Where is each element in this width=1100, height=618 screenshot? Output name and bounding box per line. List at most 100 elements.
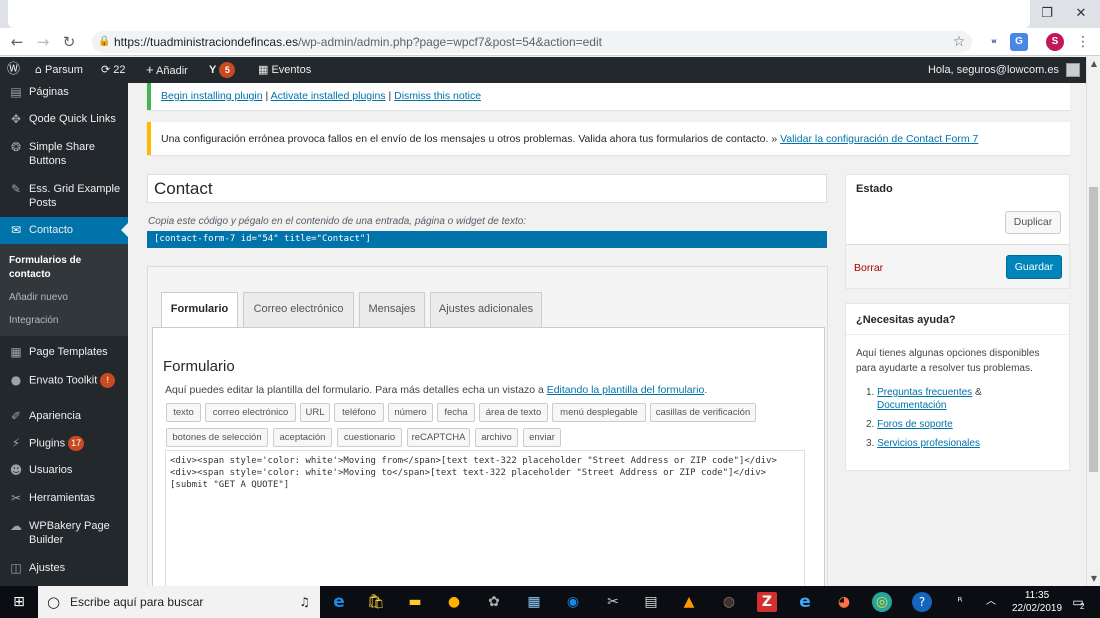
events-link[interactable]: ▦ Eventos bbox=[258, 57, 311, 83]
sidebar-item-envato-toolkit[interactable]: ● Envato Toolkit! bbox=[0, 371, 128, 389]
tab-mensajes[interactable]: Mensajes bbox=[359, 292, 425, 327]
add-new-link[interactable]: + Añadir bbox=[146, 57, 188, 83]
sidebar-item-ess-grid[interactable]: ✎ Ess. Grid Example Posts bbox=[0, 180, 128, 212]
tag-texto-button[interactable]: texto bbox=[166, 403, 201, 422]
tab-formulario[interactable]: Formulario bbox=[161, 292, 238, 329]
yoast-link[interactable]: Y 5 bbox=[209, 57, 236, 83]
form-title-input[interactable]: Contact bbox=[147, 174, 827, 203]
sidebar-item-label: Ess. Grid Example Posts bbox=[29, 183, 121, 209]
extension-wave-icon[interactable]: ʷ bbox=[985, 33, 1003, 51]
tag-email-button[interactable]: correo electrónico bbox=[205, 403, 296, 422]
sidebar-item-simple-share[interactable]: ❂ Simple Share Buttons bbox=[0, 138, 128, 170]
tag-file-button[interactable]: archivo bbox=[475, 428, 518, 447]
browser-tab[interactable] bbox=[8, 0, 1030, 28]
sidebar-item-plugins[interactable]: ⚡ Plugins 17 bbox=[0, 434, 128, 452]
sidebar-item-page-templates[interactable]: ▦ Page Templates bbox=[0, 343, 128, 361]
updates-link[interactable]: ⟳ 22 bbox=[101, 57, 126, 83]
sidebar-item-herramientas[interactable]: ✂ Herramientas bbox=[0, 489, 128, 507]
back-icon[interactable]: ← bbox=[6, 31, 28, 53]
delete-link[interactable]: Borrar bbox=[854, 262, 883, 274]
teamviewer-icon[interactable]: ◉ bbox=[563, 592, 583, 612]
plugin-notice: Begin installing plugin | Activate insta… bbox=[147, 83, 1070, 110]
tab-correo-electronico[interactable]: Correo electrónico bbox=[243, 292, 354, 327]
windows-start-icon[interactable]: ⊞ bbox=[9, 592, 29, 612]
firefox-icon[interactable]: ◕ bbox=[834, 592, 854, 612]
store-icon[interactable]: 🛍 bbox=[366, 592, 386, 612]
tag-quiz-button[interactable]: cuestionario bbox=[337, 428, 402, 447]
sidebar-item-contacto[interactable]: ✉ Contacto bbox=[0, 217, 128, 244]
my-account-link[interactable]: Hola, seguros@lowcom.es bbox=[928, 57, 1080, 83]
chevron-up-icon[interactable]: ︿ bbox=[981, 592, 1001, 612]
sidebar-item-qode-quick-links[interactable]: ✥ Qode Quick Links bbox=[0, 110, 128, 130]
tag-recaptcha-button[interactable]: reCAPTCHA bbox=[407, 428, 470, 447]
mail-icon: ✉ bbox=[10, 223, 22, 237]
sidebar-item-wpbakery[interactable]: ☁ WPBakery Page Builder bbox=[0, 517, 128, 549]
edge-icon[interactable]: e bbox=[329, 592, 349, 612]
tag-url-button[interactable]: URL bbox=[300, 403, 330, 422]
vlc-icon[interactable]: ▲ bbox=[679, 592, 699, 612]
profile-avatar[interactable]: S bbox=[1046, 33, 1064, 51]
sidebar-item-apariencia[interactable]: ✐ Apariencia bbox=[0, 407, 128, 425]
validate-config-link[interactable]: Validar la configuración de Contact Form… bbox=[780, 133, 978, 145]
scrollbar-thumb[interactable] bbox=[1089, 187, 1098, 472]
bookmark-star-icon[interactable]: ☆ bbox=[948, 31, 970, 53]
taskbar-search[interactable]: ○ Escribe aquí para buscar ♫ bbox=[38, 586, 320, 618]
shortcode-field[interactable]: [contact-form-7 id="54" title="Contact"] bbox=[147, 231, 827, 248]
scroll-up-icon[interactable]: ▲ bbox=[1087, 57, 1100, 71]
paint-icon[interactable]: ● bbox=[444, 592, 464, 612]
photos-icon[interactable]: ▦ bbox=[524, 592, 544, 612]
documentation-link[interactable]: Documentación bbox=[877, 400, 946, 411]
app-globe-icon[interactable]: ◍ bbox=[719, 592, 739, 612]
people-icon[interactable]: ᴿ bbox=[950, 592, 970, 612]
tab-ajustes-adicionales[interactable]: Ajustes adicionales bbox=[430, 292, 542, 327]
snipping-icon[interactable]: ✂ bbox=[603, 592, 623, 612]
support-forums-link[interactable]: Foros de soporte bbox=[877, 419, 953, 430]
close-window-icon[interactable]: ✕ bbox=[1068, 4, 1094, 24]
forward-icon[interactable]: → bbox=[32, 31, 54, 53]
dismiss-notice-link[interactable]: Dismiss this notice bbox=[394, 90, 481, 102]
wordpress-logo-icon[interactable]: Ⓦ bbox=[7, 57, 20, 83]
filezilla-icon[interactable]: Z bbox=[757, 592, 777, 612]
microphone-icon[interactable]: ♫ bbox=[299, 586, 310, 618]
tag-textarea-button[interactable]: área de texto bbox=[479, 403, 548, 422]
submenu-formularios[interactable]: Formularios de contacto bbox=[9, 254, 119, 282]
chrome-icon[interactable]: ◎ bbox=[872, 592, 892, 612]
form-template-editor[interactable]: <div><span style='color: white'>Moving f… bbox=[165, 450, 805, 586]
calculator-icon[interactable]: ▤ bbox=[641, 592, 661, 612]
sidebar-item-ajustes[interactable]: ◫ Ajustes bbox=[0, 559, 128, 577]
reload-icon[interactable]: ↻ bbox=[58, 31, 80, 53]
sidebar-item-paginas[interactable]: ▤ Páginas bbox=[0, 83, 128, 101]
clock[interactable]: 11:35 22/02/2019 bbox=[1012, 589, 1062, 615]
help-icon[interactable]: ? bbox=[912, 592, 932, 612]
app-icon[interactable]: ✿ bbox=[484, 592, 504, 612]
tag-checkboxes-button[interactable]: casillas de verificación bbox=[650, 403, 756, 422]
tag-radio-button[interactable]: botones de selección bbox=[166, 428, 268, 447]
site-name-link[interactable]: ⌂ Parsum bbox=[35, 57, 83, 83]
faq-link[interactable]: Preguntas frecuentes bbox=[877, 387, 972, 398]
tag-telefono-button[interactable]: teléfono bbox=[334, 403, 384, 422]
translate-extension-icon[interactable]: G bbox=[1010, 33, 1028, 51]
begin-installing-link[interactable]: Begin installing plugin bbox=[161, 90, 263, 102]
tag-numero-button[interactable]: número bbox=[388, 403, 433, 422]
file-explorer-icon[interactable]: ▬ bbox=[405, 592, 425, 612]
duplicate-button[interactable]: Duplicar bbox=[1005, 211, 1061, 234]
address-bar[interactable]: 🔒 https://tuadministraciondefincas.es/wp… bbox=[92, 31, 972, 53]
activate-plugins-link[interactable]: Activate installed plugins bbox=[271, 90, 386, 102]
clock-date: 22/02/2019 bbox=[1012, 603, 1063, 614]
save-button[interactable]: Guardar bbox=[1006, 255, 1062, 279]
notifications-icon[interactable]: ▭ bbox=[1068, 592, 1088, 612]
ie-icon[interactable]: e bbox=[795, 592, 815, 612]
submenu-anadir-nuevo[interactable]: Añadir nuevo bbox=[9, 291, 68, 305]
professional-services-link[interactable]: Servicios profesionales bbox=[877, 438, 980, 449]
browser-menu-icon[interactable]: ⋮ bbox=[1072, 31, 1094, 53]
restore-window-icon[interactable]: ❐ bbox=[1034, 4, 1060, 24]
tag-submit-button[interactable]: enviar bbox=[523, 428, 561, 447]
editing-template-link[interactable]: Editando la plantilla del formulario bbox=[547, 384, 705, 396]
page-scrollbar[interactable]: ▲ ▼ bbox=[1086, 57, 1100, 586]
submenu-integracion[interactable]: Integración bbox=[9, 314, 58, 328]
scroll-down-icon[interactable]: ▼ bbox=[1087, 572, 1100, 586]
sidebar-item-usuarios[interactable]: ☻ Usuarios bbox=[0, 461, 128, 479]
tag-acceptance-button[interactable]: aceptación bbox=[273, 428, 332, 447]
tag-dropdown-button[interactable]: menú desplegable bbox=[552, 403, 646, 422]
tag-fecha-button[interactable]: fecha bbox=[437, 403, 475, 422]
